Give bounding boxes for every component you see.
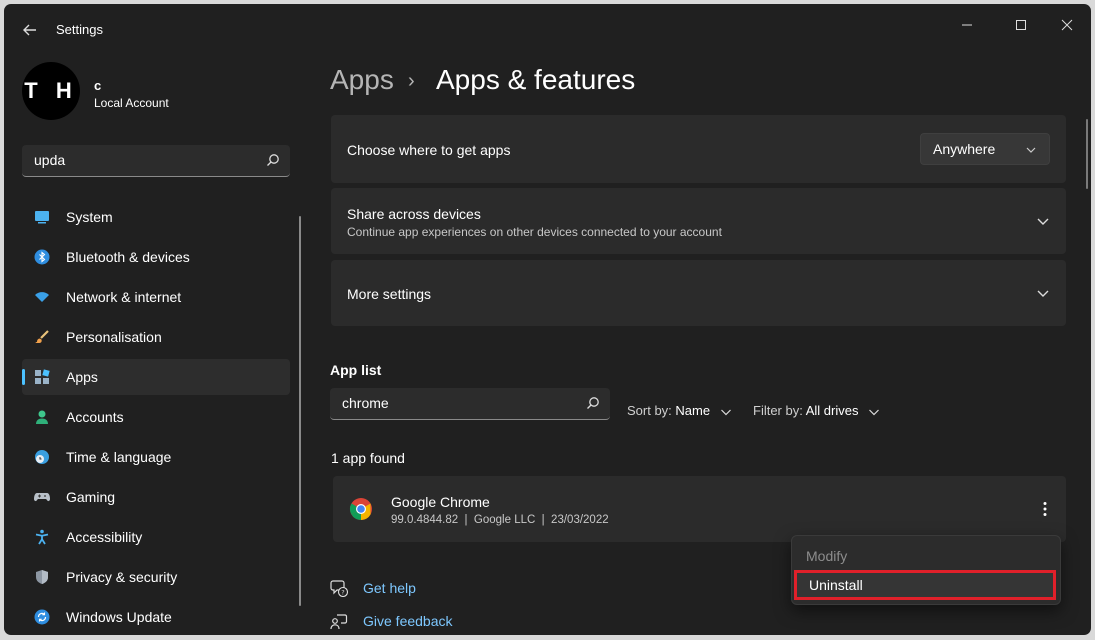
sidebar-item-label: Windows Update xyxy=(66,609,172,625)
sort-value: Name xyxy=(675,403,711,418)
get-help-label: Get help xyxy=(363,580,416,596)
wifi-icon xyxy=(35,292,49,302)
breadcrumb-separator: › xyxy=(408,70,415,92)
sidebar-item-time-language[interactable]: Time & language xyxy=(22,439,290,475)
sidebar-item-label: Personalisation xyxy=(66,329,162,345)
sidebar-item-personalisation[interactable]: Personalisation xyxy=(22,319,290,355)
sidebar-item-label: Network & internet xyxy=(66,289,182,305)
app-context-menu: Modify Uninstall xyxy=(791,535,1061,605)
more-settings-card[interactable]: More settings xyxy=(331,260,1066,326)
sidebar-item-label: System xyxy=(66,209,113,225)
app-search-box[interactable] xyxy=(330,388,610,420)
bluetooth-icon xyxy=(34,249,50,265)
sidebar-item-windows-update[interactable]: Windows Update xyxy=(22,599,290,635)
globe-clock-icon xyxy=(35,450,49,464)
app-name: Google Chrome xyxy=(391,494,490,510)
menu-item-uninstall[interactable]: Uninstall xyxy=(794,570,1056,600)
feedback-icon xyxy=(330,614,348,630)
sidebar-item-network[interactable]: Network & internet xyxy=(22,279,290,315)
sidebar-item-label: Accessibility xyxy=(66,529,143,545)
search-icon[interactable] xyxy=(266,153,280,167)
maximize-icon[interactable] xyxy=(998,12,1044,38)
main-scrollbar[interactable] xyxy=(1086,119,1088,189)
app-list-heading: App list xyxy=(330,362,382,378)
accessibility-icon xyxy=(35,529,49,545)
sort-by-dropdown[interactable]: Sort by: Name xyxy=(627,403,732,418)
close-icon[interactable] xyxy=(1044,12,1090,38)
more-options-button[interactable] xyxy=(1036,498,1054,520)
share-title: Share across devices xyxy=(347,206,481,222)
sidebar-item-system[interactable]: System xyxy=(22,199,290,235)
sidebar-item-gaming[interactable]: Gaming xyxy=(22,479,290,515)
get-apps-title: Choose where to get apps xyxy=(347,142,511,158)
chevron-down-icon xyxy=(720,409,731,415)
sidebar-item-label: Apps xyxy=(66,369,98,385)
chevron-down-icon xyxy=(1026,147,1036,153)
sidebar-item-apps[interactable]: Apps xyxy=(22,359,290,395)
sidebar-item-label: Time & language xyxy=(66,449,172,465)
breadcrumb-parent[interactable]: Apps xyxy=(330,64,394,96)
menu-item-modify[interactable]: Modify xyxy=(806,548,847,564)
back-arrow-icon[interactable] xyxy=(22,22,38,38)
sidebar-item-label: Gaming xyxy=(66,489,116,505)
help-chat-icon: ? xyxy=(330,580,348,597)
share-across-devices-card[interactable]: Share across devices Continue app experi… xyxy=(331,188,1066,254)
account-type: Local Account xyxy=(94,96,169,110)
app-count: 1 app found xyxy=(331,450,405,466)
dropdown-value: Anywhere xyxy=(933,141,996,157)
sidebar-item-privacy-security[interactable]: Privacy & security xyxy=(22,559,290,595)
list-item[interactable]: Google Chrome 99.0.4844.82 | Google LLC … xyxy=(333,476,1066,542)
app-search-input[interactable] xyxy=(340,394,574,412)
page-title: Apps & features xyxy=(436,64,636,95)
sidebar-search-box[interactable] xyxy=(22,145,290,177)
get-apps-dropdown[interactable]: Anywhere xyxy=(920,133,1050,165)
person-icon xyxy=(36,410,48,424)
more-settings-title: More settings xyxy=(347,286,432,302)
chevron-down-icon[interactable] xyxy=(1036,214,1050,228)
sidebar-scrollbar[interactable] xyxy=(299,216,301,606)
sidebar-nav: System Bluetooth & devices Network & int… xyxy=(22,199,290,635)
sort-label: Sort by: xyxy=(627,403,672,418)
brush-icon xyxy=(35,330,49,343)
filter-value: All drives xyxy=(805,403,859,418)
share-subtitle: Continue app experiences on other device… xyxy=(347,225,722,239)
apps-icon xyxy=(35,369,50,384)
gamepad-icon xyxy=(34,493,50,502)
chevron-down-icon[interactable] xyxy=(1036,286,1050,300)
filter-by-dropdown[interactable]: Filter by: All drives xyxy=(753,403,880,418)
sidebar-item-bluetooth[interactable]: Bluetooth & devices xyxy=(22,239,290,275)
menu-item-uninstall-label: Uninstall xyxy=(809,577,863,593)
search-icon[interactable] xyxy=(586,396,600,410)
svg-text:?: ? xyxy=(341,589,344,597)
sidebar-item-label: Bluetooth & devices xyxy=(66,249,190,265)
chevron-down-icon xyxy=(869,409,880,415)
avatar[interactable]: T H xyxy=(22,62,80,120)
sidebar-search-input[interactable] xyxy=(32,151,256,169)
sidebar-item-label: Accounts xyxy=(66,409,124,425)
more-vertical-icon xyxy=(1043,502,1047,516)
minimize-icon[interactable] xyxy=(944,12,990,38)
chrome-icon xyxy=(350,498,372,520)
monitor-icon xyxy=(35,211,49,224)
user-name: c xyxy=(94,78,102,93)
give-feedback-label: Give feedback xyxy=(363,613,453,629)
update-icon xyxy=(34,609,50,625)
settings-window: Settings T H c Local Account System Blue… xyxy=(4,4,1091,635)
sidebar-item-label: Privacy & security xyxy=(66,569,178,585)
get-apps-card: Choose where to get apps Anywhere xyxy=(331,115,1066,183)
shield-icon xyxy=(36,570,48,584)
sidebar-item-accessibility[interactable]: Accessibility xyxy=(22,519,290,555)
window-title: Settings xyxy=(56,22,103,37)
sidebar-item-accounts[interactable]: Accounts xyxy=(22,399,290,435)
app-meta: 99.0.4844.82 | Google LLC | 23/03/2022 xyxy=(391,514,609,526)
filter-label: Filter by: xyxy=(753,403,803,418)
